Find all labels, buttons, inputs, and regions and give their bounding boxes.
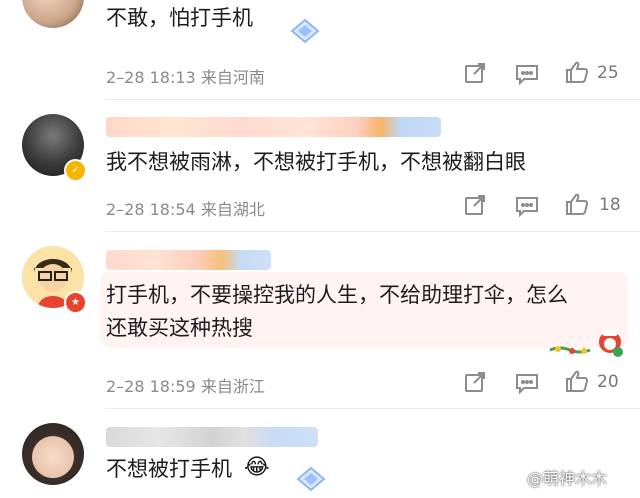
comment-meta: 2–28 18:13 来自河南 [106, 68, 265, 87]
blue-diamond-icon [296, 466, 326, 496]
username-blurred[interactable] [106, 427, 318, 447]
avatar[interactable] [22, 0, 84, 28]
share-icon[interactable] [464, 371, 486, 397]
verified-badge-icon: ✓ [64, 159, 87, 182]
comment-icon[interactable] [515, 63, 539, 89]
comment-text: 不想被打手机 [106, 457, 232, 481]
comment-icon[interactable] [515, 372, 539, 398]
verified-badge-icon: ★ [64, 291, 87, 314]
comment-text-line2: 还敢买这种热搜 [106, 316, 253, 340]
thumbs-up-icon[interactable] [565, 60, 589, 88]
divider [105, 408, 640, 409]
thumbs-up-icon[interactable] [565, 369, 589, 397]
avatar[interactable] [22, 423, 84, 485]
share-icon[interactable] [464, 194, 486, 220]
comment-meta: 2–28 18:54 来自湖北 [106, 200, 265, 219]
comment-icon[interactable] [515, 195, 539, 221]
thumbs-up-icon[interactable] [565, 192, 589, 220]
divider [105, 231, 640, 232]
like-count: 18 [599, 195, 621, 215]
blue-diamond-icon [290, 18, 320, 48]
username-blurred[interactable] [106, 117, 441, 137]
comment-meta: 2–28 18:59 来自浙江 [106, 377, 265, 396]
like-count: 20 [597, 372, 619, 392]
username-blurred[interactable] [106, 250, 271, 270]
divider [105, 99, 640, 100]
share-icon[interactable] [464, 62, 486, 88]
laughing-emoji-icon: 😂 [244, 455, 270, 480]
comment-text: 不敢，怕打手机 [106, 6, 253, 30]
like-count: 25 [597, 63, 619, 83]
comment-text: 我不想被雨淋，不想被打手机，不想被翻白眼 [106, 150, 526, 174]
christmas-decoration-icon [548, 324, 628, 362]
comment-text-line1: 打手机，不要操控我的人生，不给助理打伞，怎么 [106, 283, 568, 307]
watermark: @萌神木木 [527, 469, 608, 488]
